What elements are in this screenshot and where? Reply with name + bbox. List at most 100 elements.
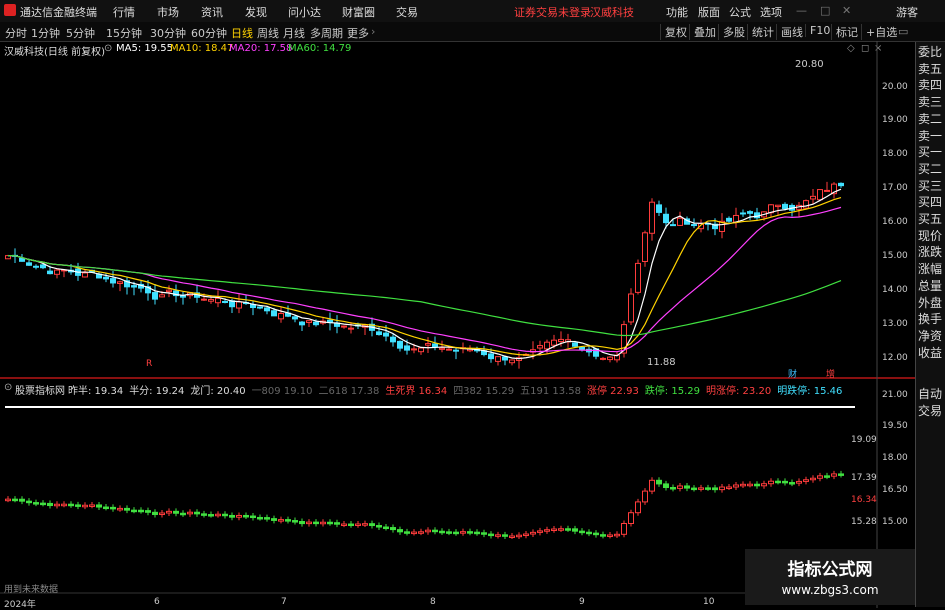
panel-toggle-icon[interactable]: ▭ (898, 25, 908, 38)
menu-wenxiaoda[interactable]: 问小达 (288, 4, 321, 20)
tf-daily[interactable]: 日线 (231, 25, 253, 41)
login-status[interactable]: 证券交易未登录 (514, 4, 591, 20)
ind-bar (320, 521, 326, 525)
ma-line (7, 188, 842, 360)
watermark-url: www.zbgs3.com (781, 583, 879, 597)
menu-hangqing[interactable]: 行情 (113, 4, 135, 20)
ind-bar (138, 509, 144, 513)
side-panel-label[interactable]: 买三 (918, 178, 942, 195)
tf-1min[interactable]: 1分钟 (31, 25, 60, 41)
btn-diejia[interactable]: 叠加 (689, 24, 716, 40)
period-toolbar: 分时 1分钟 5分钟 15分钟 30分钟 60分钟 日线 周线 月线 多周期 更… (0, 22, 945, 42)
candle-body (817, 189, 823, 201)
ind-bar (635, 501, 641, 514)
ind-bar (642, 490, 648, 503)
ind-bar (712, 487, 718, 491)
tf-multi[interactable]: 多周期 (310, 25, 343, 41)
ind-bar (334, 522, 340, 525)
side-panel-label[interactable]: 买五 (918, 211, 942, 228)
candle-body (82, 272, 88, 278)
date-tick: 8 (430, 597, 436, 607)
minimize-icon[interactable]: — (796, 4, 807, 17)
btn-f10[interactable]: F10 (805, 24, 830, 37)
menu-zixun[interactable]: 资讯 (201, 4, 223, 20)
guest-label[interactable]: 游客 (896, 4, 918, 20)
candle-body (670, 224, 676, 227)
candle-body (278, 313, 284, 320)
tf-fenshi[interactable]: 分时 (5, 25, 27, 41)
btn-tongji[interactable]: 统计 (747, 24, 774, 40)
side-panel-label[interactable]: 交易 (918, 403, 942, 420)
ind-value-label: 17.39 (851, 473, 877, 483)
side-panel-label[interactable]: 涨跌 (918, 244, 942, 261)
close-icon[interactable]: ✕ (842, 4, 851, 17)
candle-body (803, 200, 809, 209)
menu-shichang[interactable]: 市场 (157, 4, 179, 20)
btn-zixuan[interactable]: +自选 (861, 24, 897, 40)
menu-faxian[interactable]: 发现 (245, 4, 267, 20)
ind-bar (404, 531, 410, 534)
menu-jiaoyi[interactable]: 交易 (396, 4, 418, 20)
ind-bar (306, 521, 312, 525)
kline-chart[interactable] (0, 41, 945, 609)
tf-weekly[interactable]: 周线 (257, 25, 279, 41)
candle-body (572, 342, 578, 347)
side-panel-label[interactable]: 净资 (918, 328, 942, 345)
tf-more[interactable]: 更多 (347, 25, 369, 41)
tf-60min[interactable]: 60分钟 (191, 25, 227, 41)
side-panel-label[interactable]: 卖四 (918, 77, 942, 94)
ind-bar (89, 504, 95, 507)
tf-15min[interactable]: 15分钟 (106, 25, 142, 41)
menu-xuanxiang[interactable]: 选项 (760, 4, 782, 20)
ind-bar (684, 485, 690, 489)
side-panel-label[interactable]: 委比 (918, 44, 942, 61)
restore-icon[interactable]: □ (820, 4, 830, 17)
side-panel-label[interactable]: 卖二 (918, 111, 942, 128)
btn-biaoji[interactable]: 标记 (831, 24, 858, 40)
side-panel-label[interactable]: 现价 (918, 228, 942, 245)
side-panel-label[interactable]: 换手 (918, 311, 942, 328)
side-panel-label[interactable]: 自动 (918, 386, 942, 403)
side-panel-label[interactable]: 买一 (918, 144, 942, 161)
btn-huaxian[interactable]: 画线 (776, 24, 803, 40)
side-panel-label[interactable]: 卖五 (918, 61, 942, 78)
side-panel-label[interactable]: 买二 (918, 161, 942, 178)
btn-fuquan[interactable]: 复权 (660, 24, 687, 40)
ind-bar (68, 503, 74, 507)
menu-banmian[interactable]: 版面 (698, 4, 720, 20)
side-panel-label[interactable]: 外盘 (918, 295, 942, 312)
ind-bar (229, 514, 235, 518)
tf-5min[interactable]: 5分钟 (66, 25, 95, 41)
side-panel-label[interactable]: 涨幅 (918, 261, 942, 278)
menu-gongneng[interactable]: 功能 (666, 4, 688, 20)
candle-body (19, 257, 25, 262)
side-panel-label[interactable]: 买四 (918, 194, 942, 211)
candle-body (292, 316, 298, 320)
menu-gongshi[interactable]: 公式 (729, 4, 751, 20)
zeng-mark: 增 (826, 370, 836, 380)
ind-bar (411, 531, 417, 535)
tf-30min[interactable]: 30分钟 (150, 25, 186, 41)
candle-body (446, 348, 452, 351)
candle-body (607, 356, 613, 361)
candle-body (726, 217, 732, 222)
btn-duogu[interactable]: 多股 (718, 24, 745, 40)
side-panel-label[interactable]: 卖三 (918, 94, 942, 111)
ind-bar (376, 525, 382, 528)
candle-body (740, 212, 746, 215)
ind-settings-icon[interactable]: ⊙ (4, 382, 12, 393)
candle-body (404, 345, 410, 351)
stock-name-status: 汉威科技 (590, 6, 634, 19)
price-tick: 20.00 (882, 82, 908, 92)
ind-bar (264, 517, 270, 520)
side-panel-label[interactable]: 收益 (918, 345, 942, 362)
ind-bar (61, 503, 67, 507)
chevron-right-icon[interactable]: › (371, 25, 375, 38)
side-panel-label[interactable]: 卖一 (918, 128, 942, 145)
ind-bar (124, 507, 130, 511)
side-panel-label[interactable]: 总量 (918, 278, 942, 295)
tf-monthly[interactable]: 月线 (283, 25, 305, 41)
ind-bar (544, 529, 550, 532)
candle-body (411, 348, 417, 351)
menu-caifuquan[interactable]: 财富圈 (342, 4, 375, 20)
